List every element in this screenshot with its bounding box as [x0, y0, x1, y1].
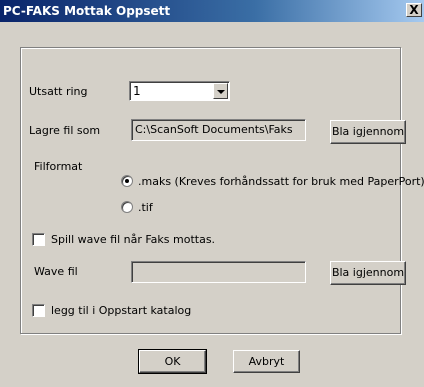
startup-checkbox[interactable] [32, 304, 45, 317]
window-title: PC-FAKS Mottak Oppsett [3, 4, 171, 18]
play-wave-checkbox[interactable] [32, 233, 45, 246]
wave-file-browse-label: Bla igjennom [331, 266, 405, 279]
wave-file-field[interactable] [131, 261, 306, 283]
cancel-button[interactable]: Avbryt [233, 350, 300, 373]
wave-file-label: Wave fil [34, 265, 78, 278]
play-wave-label: Spill wave fil når Faks mottas. [51, 233, 216, 246]
delay-ring-value: 1 [133, 84, 141, 98]
close-button[interactable]: X [406, 3, 422, 17]
save-file-browse-label: Bla igjennom [331, 125, 405, 138]
save-file-browse-button[interactable]: Bla igjennom [330, 120, 406, 144]
format-maks-radio[interactable] [121, 175, 133, 187]
format-tif-radio[interactable] [121, 201, 133, 213]
cancel-label: Avbryt [248, 355, 285, 368]
startup-label: legg til i Oppstart katalog [51, 304, 192, 317]
file-format-label: Filformat [34, 160, 83, 173]
save-file-label: Lagre fil som [29, 124, 101, 137]
delay-ring-select[interactable]: 1 [129, 81, 230, 101]
save-file-path-field[interactable]: C:\ScanSoft Documents\Faks Mott [131, 119, 306, 141]
close-icon: X [409, 3, 419, 17]
ok-button[interactable]: OK [138, 349, 207, 374]
radio-selected-dot [125, 179, 129, 183]
save-file-path: C:\ScanSoft Documents\Faks Mott [135, 123, 293, 136]
wave-file-browse-button[interactable]: Bla igjennom [330, 261, 406, 285]
chevron-down-icon[interactable] [213, 83, 228, 99]
format-maks-label: .maks (Kreves forhåndssatt for bruk med … [138, 175, 424, 188]
format-tif-label: .tif [138, 201, 153, 214]
ok-label: OK [164, 355, 181, 368]
delay-ring-label: Utsatt ring [29, 85, 88, 98]
title-bar: PC-FAKS Mottak Oppsett X [0, 0, 424, 22]
